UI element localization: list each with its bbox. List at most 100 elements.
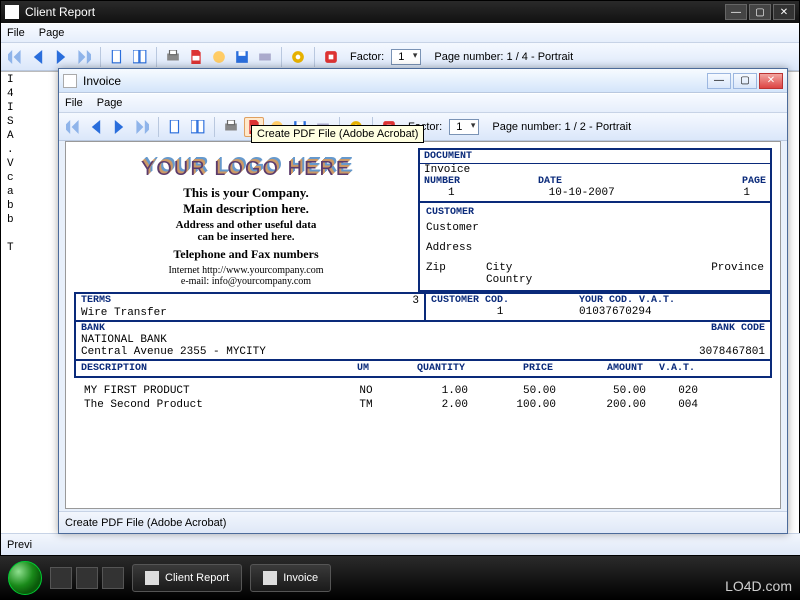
bank-address: Central Avenue 2355 - MYCITY	[81, 346, 699, 358]
next-page-button[interactable]	[51, 47, 71, 67]
customer-cod-value: 1	[431, 306, 569, 318]
single-page-icon[interactable]	[165, 117, 185, 137]
line-item: The Second Product TM 2.00 100.00 200.00…	[74, 398, 772, 412]
inner-close-button[interactable]: ✕	[759, 73, 783, 89]
invoice-document: YOUR LOGO HERE This is your Company. Mai…	[65, 141, 781, 509]
stop-button[interactable]	[321, 47, 341, 67]
factor-label: Factor:	[350, 51, 384, 63]
inner-titlebar[interactable]: Invoice — ▢ ✕	[59, 69, 787, 93]
customer-cod-label: CUSTOMER COD.	[431, 295, 569, 306]
maximize-button[interactable]: ▢	[749, 4, 771, 20]
taskbar-label: Invoice	[283, 572, 318, 584]
company-line2: Main description here.	[80, 201, 412, 217]
single-page-icon[interactable]	[107, 47, 127, 67]
taskbar-button-client-report[interactable]: Client Report	[132, 564, 242, 592]
zip-value: Zip	[426, 262, 486, 286]
print-button[interactable]	[163, 47, 183, 67]
date-label: DATE	[538, 176, 652, 187]
item-qty: 1.00	[385, 385, 473, 397]
quicklaunch-icon[interactable]	[76, 567, 98, 589]
city-value: City	[486, 262, 684, 274]
addr-line2: can be inserted here.	[80, 231, 412, 243]
prev-page-button[interactable]	[28, 47, 48, 67]
factor-select[interactable]: 1	[391, 49, 421, 65]
item-price: 50.00	[473, 385, 561, 397]
invoice-window: Invoice — ▢ ✕ File Page Factor: 1 Page n…	[58, 68, 788, 534]
col-description: DESCRIPTION	[76, 361, 344, 376]
number-label: NUMBER	[424, 176, 538, 187]
col-price: PRICE	[470, 361, 558, 376]
watermark: LO4D.com	[725, 578, 792, 594]
logo-placeholder: YOUR LOGO HERE	[80, 158, 412, 181]
last-page-button[interactable]	[132, 117, 152, 137]
first-page-button[interactable]	[5, 47, 25, 67]
bank-name: NATIONAL BANK	[81, 334, 765, 346]
item-desc: MY FIRST PRODUCT	[79, 385, 347, 397]
menu-page[interactable]: Page	[39, 27, 65, 39]
outer-menubar: File Page	[1, 23, 799, 43]
doc-number: 1	[424, 187, 549, 199]
inner-window-title: Invoice	[83, 74, 705, 88]
item-vat: 020	[651, 385, 703, 397]
company-line1: This is your Company.	[80, 185, 412, 201]
next-page-button[interactable]	[109, 117, 129, 137]
col-um: UM	[344, 361, 382, 376]
taskbar-button-invoice[interactable]: Invoice	[250, 564, 331, 592]
inner-maximize-button[interactable]: ▢	[733, 73, 757, 89]
inner-statusbar: Create PDF File (Adobe Acrobat)	[59, 511, 787, 533]
inner-status-text: Create PDF File (Adobe Acrobat)	[65, 517, 226, 529]
customer-header: CUSTOMER	[426, 207, 764, 218]
email-line: e-mail: info@yourcompany.com	[80, 276, 412, 287]
save-button[interactable]	[232, 47, 252, 67]
item-desc: The Second Product	[79, 399, 347, 411]
first-page-button[interactable]	[63, 117, 83, 137]
page-info: Page number: 1 / 2 - Portrait	[492, 121, 631, 133]
last-page-button[interactable]	[74, 47, 94, 67]
two-page-icon[interactable]	[188, 117, 208, 137]
col-amount: AMOUNT	[558, 361, 648, 376]
printer-icon	[63, 74, 77, 88]
bank-label: BANK	[81, 323, 711, 334]
item-um: NO	[347, 385, 385, 397]
print-setup-button[interactable]	[255, 47, 275, 67]
inner-menu-file[interactable]: File	[65, 97, 83, 109]
menu-file[interactable]: File	[7, 27, 25, 39]
start-button[interactable]	[8, 561, 42, 595]
terms-num: 3	[412, 295, 419, 307]
country-value: Country	[486, 274, 684, 286]
doc-date: 10-10-2007	[549, 187, 650, 199]
vat-value: 01037670294	[579, 306, 765, 318]
addr-line1: Address and other useful data	[80, 219, 412, 231]
prev-page-button[interactable]	[86, 117, 106, 137]
outer-status-text: Previ	[7, 539, 32, 551]
item-amount: 50.00	[561, 385, 651, 397]
bank-code: 3078467801	[699, 346, 765, 358]
line-item: MY FIRST PRODUCT NO 1.00 50.00 50.00 020	[74, 384, 772, 398]
item-price: 100.00	[473, 399, 561, 411]
export-button[interactable]	[209, 47, 229, 67]
inner-minimize-button[interactable]: —	[707, 73, 731, 89]
printer-icon	[145, 571, 159, 585]
window-title: Client Report	[25, 5, 723, 19]
outer-titlebar[interactable]: Client Report — ▢ ✕	[1, 1, 799, 23]
create-pdf-button[interactable]	[186, 47, 206, 67]
outer-statusbar: Previ	[1, 533, 800, 555]
two-page-icon[interactable]	[130, 47, 150, 67]
print-button[interactable]	[221, 117, 241, 137]
close-button[interactable]: ✕	[773, 4, 795, 20]
vat-label: YOUR COD. V.A.T.	[579, 295, 765, 306]
minimize-button[interactable]: —	[725, 4, 747, 20]
quicklaunch-icon[interactable]	[102, 567, 124, 589]
item-amount: 200.00	[561, 399, 651, 411]
settings-button[interactable]	[288, 47, 308, 67]
col-vat: V.A.T.	[648, 361, 700, 376]
inner-menu-page[interactable]: Page	[97, 97, 123, 109]
web-line: Internet http://www.yourcompany.com	[80, 265, 412, 276]
factor-select[interactable]: 1	[449, 119, 479, 135]
quicklaunch-icon[interactable]	[50, 567, 72, 589]
item-um: TM	[347, 399, 385, 411]
col-quantity: QUANTITY	[382, 361, 470, 376]
terms-value: Wire Transfer	[81, 307, 419, 319]
tooltip: Create PDF File (Adobe Acrobat)	[251, 125, 424, 143]
document-header: DOCUMENT	[420, 150, 770, 164]
